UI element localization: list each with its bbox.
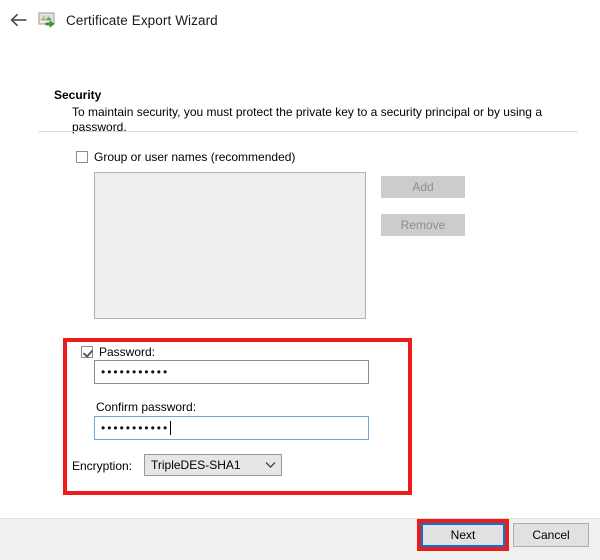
confirm-password-value: •••••••••••	[101, 421, 170, 435]
password-value: •••••••••••	[101, 365, 170, 379]
wizard-page: Security To maintain security, you must …	[0, 40, 600, 518]
dialog-footer	[0, 518, 600, 560]
encryption-label: Encryption:	[72, 459, 133, 473]
header-divider	[38, 131, 578, 132]
group-names-checkbox-row[interactable]: Group or user names (recommended)	[76, 150, 295, 164]
password-checkbox-row[interactable]: Password:	[81, 345, 155, 359]
cancel-button[interactable]: Cancel	[513, 523, 589, 547]
add-button[interactable]: Add	[381, 176, 465, 198]
certificate-export-icon	[37, 10, 57, 30]
remove-button[interactable]: Remove	[381, 214, 465, 236]
title-bar: Certificate Export Wizard	[0, 0, 600, 40]
group-names-listbox[interactable]	[94, 172, 366, 319]
encryption-selected-value: TripleDES-SHA1	[151, 458, 241, 472]
confirm-password-label: Confirm password:	[96, 400, 197, 414]
group-names-label: Group or user names (recommended)	[94, 150, 296, 164]
next-button[interactable]: Next	[421, 523, 505, 547]
password-label: Password:	[99, 345, 156, 359]
group-names-checkbox[interactable]	[76, 151, 88, 163]
password-checkbox[interactable]	[81, 346, 93, 358]
confirm-password-input[interactable]: •••••••••••	[94, 416, 369, 440]
section-heading: Security	[54, 88, 102, 102]
chevron-down-icon	[259, 461, 281, 469]
back-arrow-icon[interactable]	[4, 13, 34, 27]
password-input[interactable]: •••••••••••	[94, 360, 369, 384]
text-caret	[170, 421, 172, 435]
encryption-select[interactable]: TripleDES-SHA1	[144, 454, 282, 476]
window-title: Certificate Export Wizard	[66, 12, 218, 28]
